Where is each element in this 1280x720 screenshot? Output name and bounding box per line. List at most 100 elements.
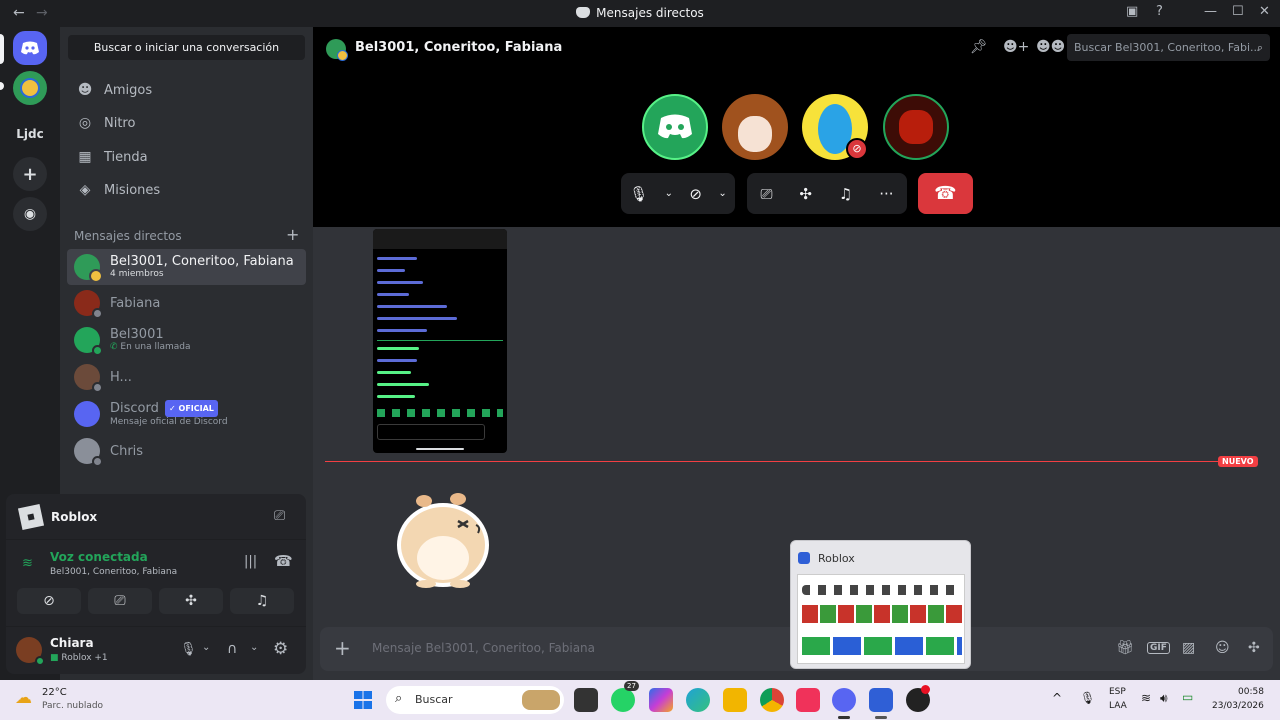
participant-avatar[interactable] xyxy=(883,94,949,160)
participant-avatar[interactable] xyxy=(722,94,788,160)
emoji-icon[interactable]: ☺ xyxy=(1215,640,1230,656)
inbox-icon[interactable]: ▣ xyxy=(1126,4,1138,19)
add-member-icon[interactable]: ☻+ xyxy=(1003,39,1029,55)
emoji-row xyxy=(377,409,503,417)
roblox-taskbar-icon[interactable] xyxy=(869,688,893,712)
chevron-down-icon[interactable]: ⌄ xyxy=(718,188,726,199)
discover-button[interactable]: ◉ xyxy=(13,197,47,231)
disconnect-icon[interactable]: ☎ xyxy=(274,552,293,570)
chevron-up-icon[interactable]: ^ xyxy=(1052,691,1062,705)
help-icon[interactable]: ? xyxy=(1156,4,1163,19)
voice-status: ≋ Voz conectada Bel3001, Coneritoo, Fabi… xyxy=(22,550,293,577)
file-explorer-icon[interactable] xyxy=(723,688,747,712)
dm-item-bel3001[interactable]: Bel3001 ✆ En una llamada xyxy=(67,323,306,357)
chrome-icon[interactable] xyxy=(760,688,784,712)
taskbar-search[interactable]: ⌕ Buscar xyxy=(386,686,564,714)
volume-icon[interactable]: 🔊︎ xyxy=(1160,691,1168,706)
task-view-icon[interactable] xyxy=(574,688,598,712)
music-icon[interactable] xyxy=(796,688,820,712)
pinned-messages-icon[interactable]: 📌︎ xyxy=(970,39,988,55)
participant-avatar[interactable] xyxy=(642,94,708,160)
group-dm-server[interactable] xyxy=(13,71,47,105)
search-input[interactable]: Buscar Bel3001, Coneritoo, Fabi... ⌕ xyxy=(1067,34,1270,61)
dm-item-fabiana[interactable]: Fabiana xyxy=(67,286,306,320)
gift-icon[interactable]: 🎁︎ xyxy=(1116,640,1134,656)
noise-suppression-icon[interactable]: ||| xyxy=(244,554,257,569)
camera-off-icon[interactable]: ⊘ xyxy=(689,185,702,203)
add-attachment-icon[interactable]: + xyxy=(334,636,351,660)
headphones-icon[interactable]: ∩ xyxy=(227,641,237,657)
status-online-icon xyxy=(35,656,45,666)
microphone-icon[interactable]: 🎙︎ xyxy=(180,642,197,657)
leave-call-button[interactable]: ☎ xyxy=(918,173,973,214)
chevron-down-icon[interactable]: ⌄ xyxy=(202,642,210,653)
avatar xyxy=(74,364,103,393)
hamster-sticker[interactable] xyxy=(388,483,498,593)
taskbar: ☁ 22°C Parc. nublado ⌕ Buscar 27 ^ 🎙︎ ES… xyxy=(0,680,1280,720)
camera-off-button[interactable]: ⊘ xyxy=(17,588,81,614)
battery-icon[interactable]: ▭ xyxy=(1182,690,1193,704)
create-dm-icon[interactable]: + xyxy=(286,225,299,244)
soundboard-button[interactable]: ♫ xyxy=(230,588,294,614)
dm-item-group[interactable]: Bel3001, Coneritoo, Fabiana 4 miembros xyxy=(67,249,306,285)
start-button[interactable] xyxy=(351,688,375,712)
gif-icon[interactable]: GIF xyxy=(1147,642,1170,654)
activities-icon[interactable]: ✣ xyxy=(799,185,812,203)
home-button[interactable] xyxy=(13,31,47,65)
screenshot-attachment[interactable] xyxy=(373,229,507,453)
games-row xyxy=(802,637,962,655)
sub-avatar xyxy=(337,50,348,61)
more-options-icon[interactable]: ··· xyxy=(879,185,893,203)
screen-share-button[interactable]: ⎚ xyxy=(88,588,152,614)
friends-row xyxy=(802,585,962,595)
member-list-icon[interactable]: ☻☻ xyxy=(1036,39,1065,55)
roblox-window-thumbnail[interactable]: Roblox xyxy=(790,540,971,669)
settings-gear-icon[interactable]: ⚙ xyxy=(273,639,288,659)
server-ljdc[interactable]: Ljdc xyxy=(13,117,47,151)
microphone-icon[interactable]: 🎙︎ xyxy=(1080,691,1095,705)
wifi-icon[interactable]: ≋ xyxy=(1141,691,1151,705)
microphone-icon[interactable]: 🎙︎ xyxy=(629,185,648,203)
discord-taskbar-icon[interactable] xyxy=(832,688,856,712)
chevron-down-icon[interactable]: ⌄ xyxy=(250,642,258,653)
dm-section-header: Mensajes directos xyxy=(74,229,182,243)
signal-icon[interactable]: ≋ xyxy=(22,556,33,571)
screen-share-icon: ⎚ xyxy=(114,593,126,609)
nav-nitro[interactable]: ◎ Nitro xyxy=(68,108,305,138)
recorder-icon[interactable] xyxy=(906,685,930,712)
voice-panel: Roblox ⎚ ≋ Voz conectada Bel3001, Coneri… xyxy=(6,494,306,674)
dm-item-discord[interactable]: Discord ✓ OFICIAL Mensaje oficial de Dis… xyxy=(67,397,306,431)
participant-avatar[interactable]: ⊘ xyxy=(802,94,868,160)
apps-icon[interactable]: ✣ xyxy=(1248,640,1260,656)
discord-logo-icon xyxy=(658,114,692,139)
chat-line xyxy=(377,281,423,284)
edge-icon[interactable] xyxy=(686,688,710,712)
screen-share-icon[interactable]: ⎚ xyxy=(274,508,285,524)
chat-line xyxy=(377,305,447,308)
nav-friends[interactable]: ☻ Amigos xyxy=(68,75,305,105)
avatar[interactable] xyxy=(16,637,45,666)
nav-quests[interactable]: ◈ Misiones xyxy=(68,175,305,205)
whatsapp-icon[interactable]: 27 xyxy=(611,681,639,712)
close-icon[interactable]: ✕ xyxy=(1259,4,1270,19)
search-highlight-image xyxy=(522,690,560,710)
activities-button[interactable]: ✣ xyxy=(159,588,223,614)
record-dot-icon xyxy=(921,685,930,694)
sticker-icon[interactable]: ▨ xyxy=(1182,640,1195,656)
message-input[interactable]: Mensaje Bel3001, Coneritoo, Fabiana xyxy=(372,641,595,655)
chat-line xyxy=(377,359,417,362)
phone-icon: ✆ xyxy=(110,342,118,352)
weather-icon[interactable]: ☁ xyxy=(15,688,32,708)
soundboard-icon[interactable]: ♫ xyxy=(839,185,852,203)
copilot-icon[interactable] xyxy=(649,688,673,712)
find-conversation-button[interactable]: Buscar o iniciar una conversación xyxy=(68,35,305,60)
dm-item-h[interactable]: H... xyxy=(67,360,306,394)
dm-item-chris[interactable]: Chris xyxy=(67,434,306,468)
maximize-icon[interactable]: ☐ xyxy=(1232,4,1244,19)
screen-share-icon[interactable]: ⎚ xyxy=(760,185,772,203)
chevron-down-icon[interactable]: ⌄ xyxy=(665,188,673,199)
nitro-icon: ◎ xyxy=(78,115,92,131)
nav-shop[interactable]: ▦ Tienda xyxy=(68,142,305,172)
minimize-icon[interactable]: — xyxy=(1204,4,1217,19)
add-server-button[interactable]: + xyxy=(13,157,47,191)
